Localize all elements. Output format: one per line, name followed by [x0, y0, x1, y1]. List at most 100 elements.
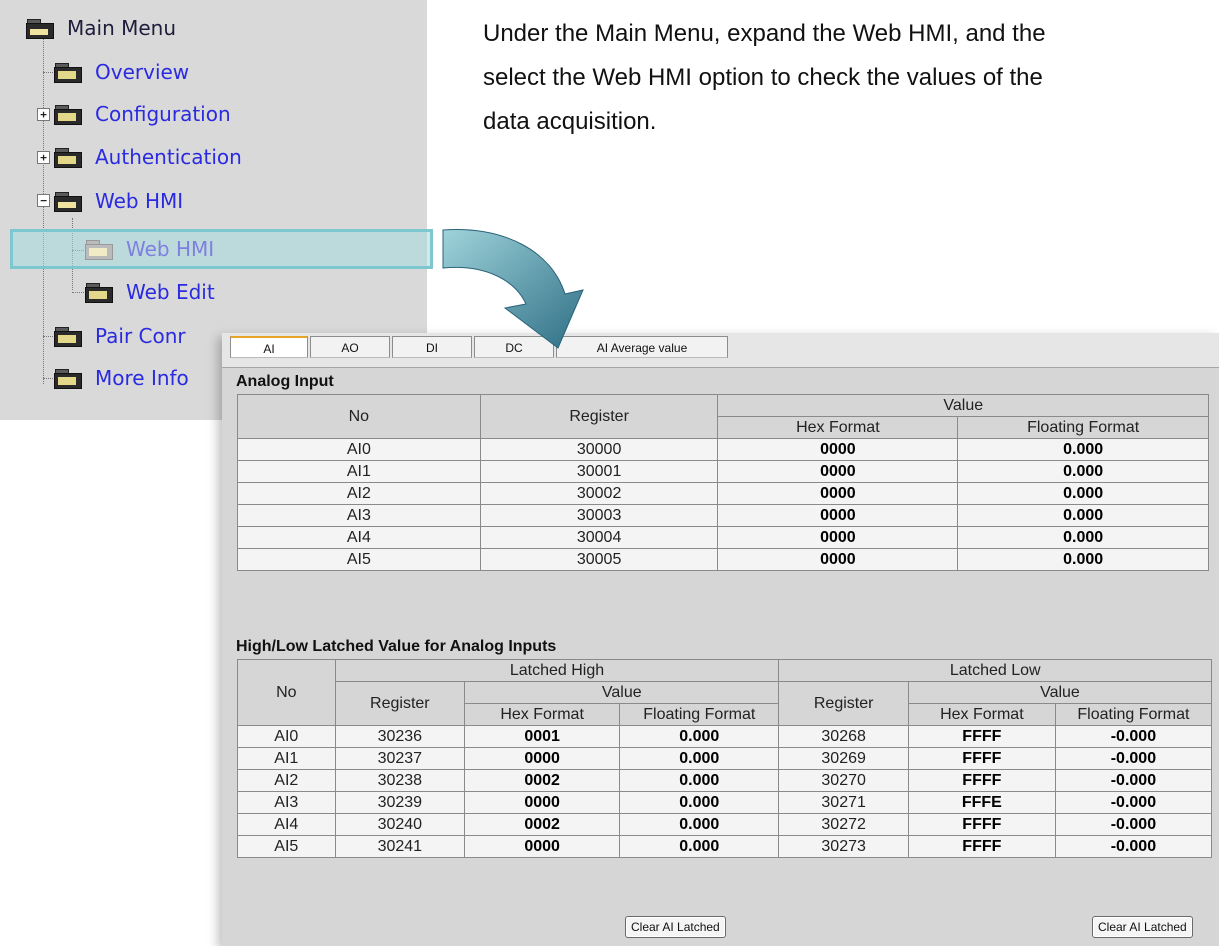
- tree-item-authentication[interactable]: Authentication: [53, 142, 242, 172]
- tree-item-configuration[interactable]: Configuration: [53, 99, 231, 129]
- latched-values-table: No Latched High Latched Low Register Val…: [237, 659, 1213, 858]
- header-register: Register: [479, 394, 719, 439]
- cell-no: AI0: [237, 438, 481, 461]
- table-row: AI1 30001 0000 0.000: [237, 460, 1209, 483]
- cell-float: 0.000: [957, 548, 1209, 571]
- cell-hex: 0000: [717, 482, 959, 505]
- cell-no: AI5: [237, 548, 481, 571]
- cell-high-hex: 0000: [464, 791, 621, 814]
- cell-register: 30003: [479, 504, 719, 527]
- folder-icon: [53, 62, 83, 83]
- header-register: Register: [334, 681, 466, 726]
- cell-register: 30004: [479, 526, 719, 549]
- cell-low-register: 30273: [778, 835, 909, 858]
- cell-high-register: 30236: [334, 725, 466, 748]
- tree-item-label: Authentication: [95, 145, 242, 169]
- cell-low-register: 30269: [778, 747, 909, 770]
- cell-high-float: 0.000: [619, 747, 780, 770]
- folder-icon: [53, 326, 83, 347]
- cell-float: 0.000: [957, 438, 1209, 461]
- tree-item-more-info[interactable]: More Info: [53, 363, 189, 393]
- cell-high-float: 0.000: [619, 725, 780, 748]
- cell-low-float: -0.000: [1054, 835, 1213, 858]
- analog-input-title: Analog Input: [236, 373, 334, 390]
- tree-item-label: Web HMI: [126, 237, 215, 261]
- tree-item-label: Web HMI: [95, 189, 184, 213]
- table-row: AI3 30003 0000 0.000: [237, 504, 1209, 527]
- tree-item-web-hmi-group[interactable]: Web HMI: [53, 186, 183, 216]
- cell-low-float: -0.000: [1054, 747, 1213, 770]
- tree-item-label: More Info: [95, 366, 189, 390]
- cell-low-hex: FFFF: [907, 813, 1056, 836]
- header-hex-format: Hex Format: [907, 703, 1056, 726]
- cell-no: AI4: [237, 813, 336, 836]
- tree-item-main-menu[interactable]: Main Menu: [25, 13, 176, 43]
- cell-hex: 0000: [717, 526, 959, 549]
- cell-register: 30000: [479, 438, 719, 461]
- selection-highlight: [10, 229, 433, 269]
- header-latched-high: Latched High: [334, 659, 780, 682]
- cell-low-hex: FFFE: [907, 791, 1056, 814]
- header-value: Value: [464, 681, 780, 704]
- cell-high-float: 0.000: [619, 835, 780, 858]
- tree-item-label: Pair Conr: [95, 324, 186, 348]
- cell-no: AI1: [237, 747, 336, 770]
- tree-item-label: Web Edit: [126, 280, 215, 304]
- header-floating-format: Floating Format: [1054, 703, 1213, 726]
- cell-no: AI2: [237, 769, 336, 792]
- tree-line: [72, 292, 84, 293]
- header-floating-format: Floating Format: [957, 416, 1209, 439]
- cell-low-float: -0.000: [1054, 725, 1213, 748]
- folder-icon: [84, 239, 114, 260]
- table-row: AI3 30239 0000 0.000 30271 FFFE -0.000: [237, 791, 1213, 814]
- cell-low-hex: FFFF: [907, 747, 1056, 770]
- expand-icon[interactable]: +: [37, 108, 50, 121]
- collapse-icon[interactable]: −: [37, 194, 50, 207]
- expand-icon[interactable]: +: [37, 151, 50, 164]
- tree-line: [43, 36, 44, 384]
- cell-high-hex: 0002: [464, 769, 621, 792]
- cell-low-register: 30270: [778, 769, 909, 792]
- cell-float: 0.000: [957, 482, 1209, 505]
- tree-item-web-hmi[interactable]: Web HMI: [84, 234, 214, 264]
- cell-high-float: 0.000: [619, 769, 780, 792]
- tree-item-pair-connection[interactable]: Pair Conr: [53, 321, 186, 351]
- tab-bar: AI AO DI DC AI Average value: [222, 333, 1219, 368]
- folder-icon: [53, 368, 83, 389]
- cell-no: AI3: [237, 791, 336, 814]
- cell-register: 30001: [479, 460, 719, 483]
- cell-float: 0.000: [957, 504, 1209, 527]
- tab-ao[interactable]: AO: [310, 336, 390, 358]
- latched-values-title: High/Low Latched Value for Analog Inputs: [236, 638, 557, 655]
- cell-hex: 0000: [717, 438, 959, 461]
- table-row: AI2 30238 0002 0.000 30270 FFFF -0.000: [237, 769, 1213, 792]
- cell-low-register: 30268: [778, 725, 909, 748]
- cell-no: AI0: [237, 725, 336, 748]
- cell-high-float: 0.000: [619, 791, 780, 814]
- analog-input-table: No Register Value Hex Format Floating Fo…: [237, 394, 1209, 571]
- cell-high-register: 30237: [334, 747, 466, 770]
- cell-low-float: -0.000: [1054, 813, 1213, 836]
- cell-high-hex: 0002: [464, 813, 621, 836]
- header-register: Register: [778, 681, 909, 726]
- cell-float: 0.000: [957, 526, 1209, 549]
- cell-low-hex: FFFF: [907, 835, 1056, 858]
- tree-item-web-edit[interactable]: Web Edit: [84, 277, 215, 307]
- cell-no: AI2: [237, 482, 481, 505]
- tree-item-label: Overview: [95, 60, 190, 84]
- clear-latched-high-button[interactable]: Clear AI Latched: [625, 916, 726, 938]
- tree-item-label: Configuration: [95, 102, 231, 126]
- cell-high-hex: 0000: [464, 747, 621, 770]
- open-folder-icon: [53, 191, 83, 212]
- header-hex-format: Hex Format: [464, 703, 621, 726]
- cell-float: 0.000: [957, 460, 1209, 483]
- cell-high-hex: 0000: [464, 835, 621, 858]
- cell-no: AI1: [237, 460, 481, 483]
- cell-low-float: -0.000: [1054, 791, 1213, 814]
- header-no: No: [237, 659, 336, 726]
- arrow-shape: [442, 229, 584, 349]
- clear-latched-low-button[interactable]: Clear AI Latched: [1092, 916, 1193, 938]
- tree-item-overview[interactable]: Overview: [53, 57, 189, 87]
- cell-high-hex: 0001: [464, 725, 621, 748]
- tab-ai[interactable]: AI: [230, 336, 308, 358]
